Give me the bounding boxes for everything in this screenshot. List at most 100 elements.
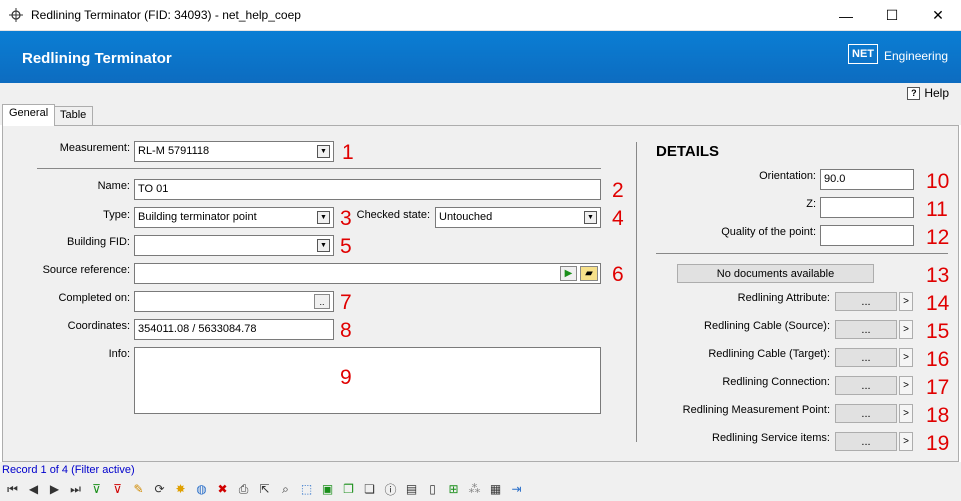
orientation-label: Orientation: <box>759 170 816 182</box>
checked-state-label: Checked state: <box>356 209 430 221</box>
quality-label: Quality of the point: <box>721 226 816 238</box>
title-bar: Redlining Terminator (FID: 34093) - net_… <box>0 0 961 31</box>
redlining-attribute-button[interactable]: ... <box>835 292 897 311</box>
redlining-cable-source-label: Redlining Cable (Source): <box>704 320 830 332</box>
completed-on-input[interactable] <box>134 291 334 312</box>
redlining-attribute-label: Redlining Attribute: <box>737 292 830 304</box>
name-input[interactable]: TO 01 <box>134 179 601 200</box>
checked-state-value: Untouched <box>439 211 493 223</box>
document-icon[interactable]: ▯ <box>424 481 441 498</box>
coordinates-label: Coordinates: <box>67 320 130 332</box>
orientation-input[interactable]: 90.0 <box>820 169 914 190</box>
redlining-cable-target-button[interactable]: ... <box>835 348 897 367</box>
duplicate-icon[interactable]: ❏ <box>361 481 378 498</box>
zoom-icon[interactable]: ⌕ <box>277 481 294 498</box>
banner-title: Redlining Terminator <box>22 50 172 67</box>
chevron-down-icon[interactable]: ▼ <box>317 211 330 224</box>
tab-general[interactable]: General <box>2 104 56 126</box>
help-button[interactable]: ? Help <box>907 86 949 100</box>
redlining-cable-source-button[interactable]: ... <box>835 320 897 339</box>
redlining-service-items-label: Redlining Service items: <box>712 432 830 444</box>
marker-13: 13 <box>926 264 950 287</box>
folder-icon[interactable]: ▰ <box>580 266 598 281</box>
redlining-connection-label: Redlining Connection: <box>722 376 830 388</box>
redlining-measurement-point-label: Redlining Measurement Point: <box>682 404 830 416</box>
export-icon[interactable]: ⊞ <box>445 481 462 498</box>
info-label: Info: <box>108 348 130 360</box>
logo-text: Engineering <box>884 49 949 63</box>
redlining-service-items-button[interactable]: ... <box>835 432 897 451</box>
chevron-down-icon[interactable]: ▼ <box>317 239 330 252</box>
select-icon[interactable]: ⇱ <box>256 481 273 498</box>
maximize-button[interactable]: ☐ <box>869 0 915 31</box>
remove-filter-icon[interactable]: ⊽ <box>109 481 126 498</box>
marker-7: 7 <box>340 291 352 314</box>
help-icon: ? <box>907 86 921 100</box>
marker-9: 9 <box>340 366 352 389</box>
copy-icon[interactable]: ❐ <box>340 481 357 498</box>
app-icon <box>9 8 23 22</box>
net-logo: NET <box>848 44 878 64</box>
checked-state-select[interactable]: Untouched ▼ <box>435 207 601 228</box>
marker-1: 1 <box>342 141 354 164</box>
redlining-cable-source-nav[interactable]: > <box>899 320 913 339</box>
redlining-measurement-point-button[interactable]: ... <box>835 404 897 423</box>
refresh-icon[interactable]: ⟳ <box>151 481 168 498</box>
details-title: DETAILS <box>656 143 720 160</box>
type-value: Building terminator point <box>138 211 257 223</box>
date-picker-button[interactable]: .. <box>314 294 330 309</box>
vertical-divider <box>636 142 637 442</box>
zoom-extent-icon[interactable]: ⬚ <box>298 481 315 498</box>
delete-icon[interactable]: ✖ <box>214 481 231 498</box>
documents-button[interactable]: No documents available <box>677 264 874 283</box>
marker-4: 4 <box>612 207 624 230</box>
next-record-icon[interactable]: ▶ <box>46 481 63 498</box>
add-filter-icon[interactable]: ⊽ <box>88 481 105 498</box>
marker-10: 10 <box>926 170 950 193</box>
marker-6: 6 <box>612 263 624 286</box>
last-record-icon[interactable]: ⏭ <box>67 481 84 498</box>
first-record-icon[interactable]: ⏮ <box>4 481 21 498</box>
marker-16: 16 <box>926 348 950 371</box>
edit-icon[interactable]: ✎ <box>130 481 147 498</box>
type-select[interactable]: Building terminator point ▼ <box>134 207 334 228</box>
settings-icon[interactable]: ⁂ <box>466 481 483 498</box>
globe-icon[interactable]: ◍ <box>193 481 210 498</box>
source-reference-input[interactable] <box>134 263 601 284</box>
measurement-select[interactable]: RL-M 5791118 ▼ <box>134 141 334 162</box>
minimize-button[interactable]: — <box>823 0 869 31</box>
redlining-connection-button[interactable]: ... <box>835 376 897 395</box>
info-textarea[interactable] <box>134 347 601 414</box>
info-icon[interactable]: ⓘ <box>382 481 399 498</box>
table-icon[interactable]: ▦ <box>487 481 504 498</box>
layer-icon[interactable]: ▣ <box>319 481 336 498</box>
exit-icon[interactable]: ⇥ <box>508 481 525 498</box>
marker-15: 15 <box>926 320 950 343</box>
play-icon[interactable]: ▶ <box>560 266 577 281</box>
prev-record-icon[interactable]: ◀ <box>25 481 42 498</box>
marker-17: 17 <box>926 376 950 399</box>
redlining-service-items-nav[interactable]: > <box>899 432 913 451</box>
redlining-connection-nav[interactable]: > <box>899 376 913 395</box>
chevron-down-icon[interactable]: ▼ <box>584 211 597 224</box>
name-label: Name: <box>97 180 130 192</box>
building-fid-select[interactable]: ▼ <box>134 235 334 256</box>
report-icon[interactable]: ▤ <box>403 481 420 498</box>
marker-5: 5 <box>340 235 352 258</box>
marker-18: 18 <box>926 404 950 427</box>
redlining-measurement-point-nav[interactable]: > <box>899 404 913 423</box>
close-button[interactable]: ✕ <box>915 0 961 31</box>
header-banner: Redlining Terminator NET Engineering <box>0 31 961 83</box>
coordinates-input[interactable]: 354011.08 / 5633084.78 <box>134 319 334 340</box>
quality-input[interactable] <box>820 225 914 246</box>
building-fid-label: Building FID: <box>67 236 130 248</box>
new-icon[interactable]: ✸ <box>172 481 189 498</box>
chevron-down-icon[interactable]: ▼ <box>317 145 330 158</box>
redlining-cable-target-nav[interactable]: > <box>899 348 913 367</box>
navigation-toolbar: ⏮ ◀ ▶ ⏭ ⊽ ⊽ ✎ ⟳ ✸ ◍ ✖ ⎙ ⇱ ⌕ ⬚ ▣ ❐ ❏ ⓘ ▤ ▯ ⊞ ⁂ ▦ ⇥ <box>4 479 525 499</box>
z-input[interactable] <box>820 197 914 218</box>
redlining-attribute-nav[interactable]: > <box>899 292 913 311</box>
tab-table[interactable]: Table <box>53 106 94 125</box>
print-icon[interactable]: ⎙ <box>235 481 252 498</box>
source-reference-label: Source reference: <box>42 264 130 276</box>
